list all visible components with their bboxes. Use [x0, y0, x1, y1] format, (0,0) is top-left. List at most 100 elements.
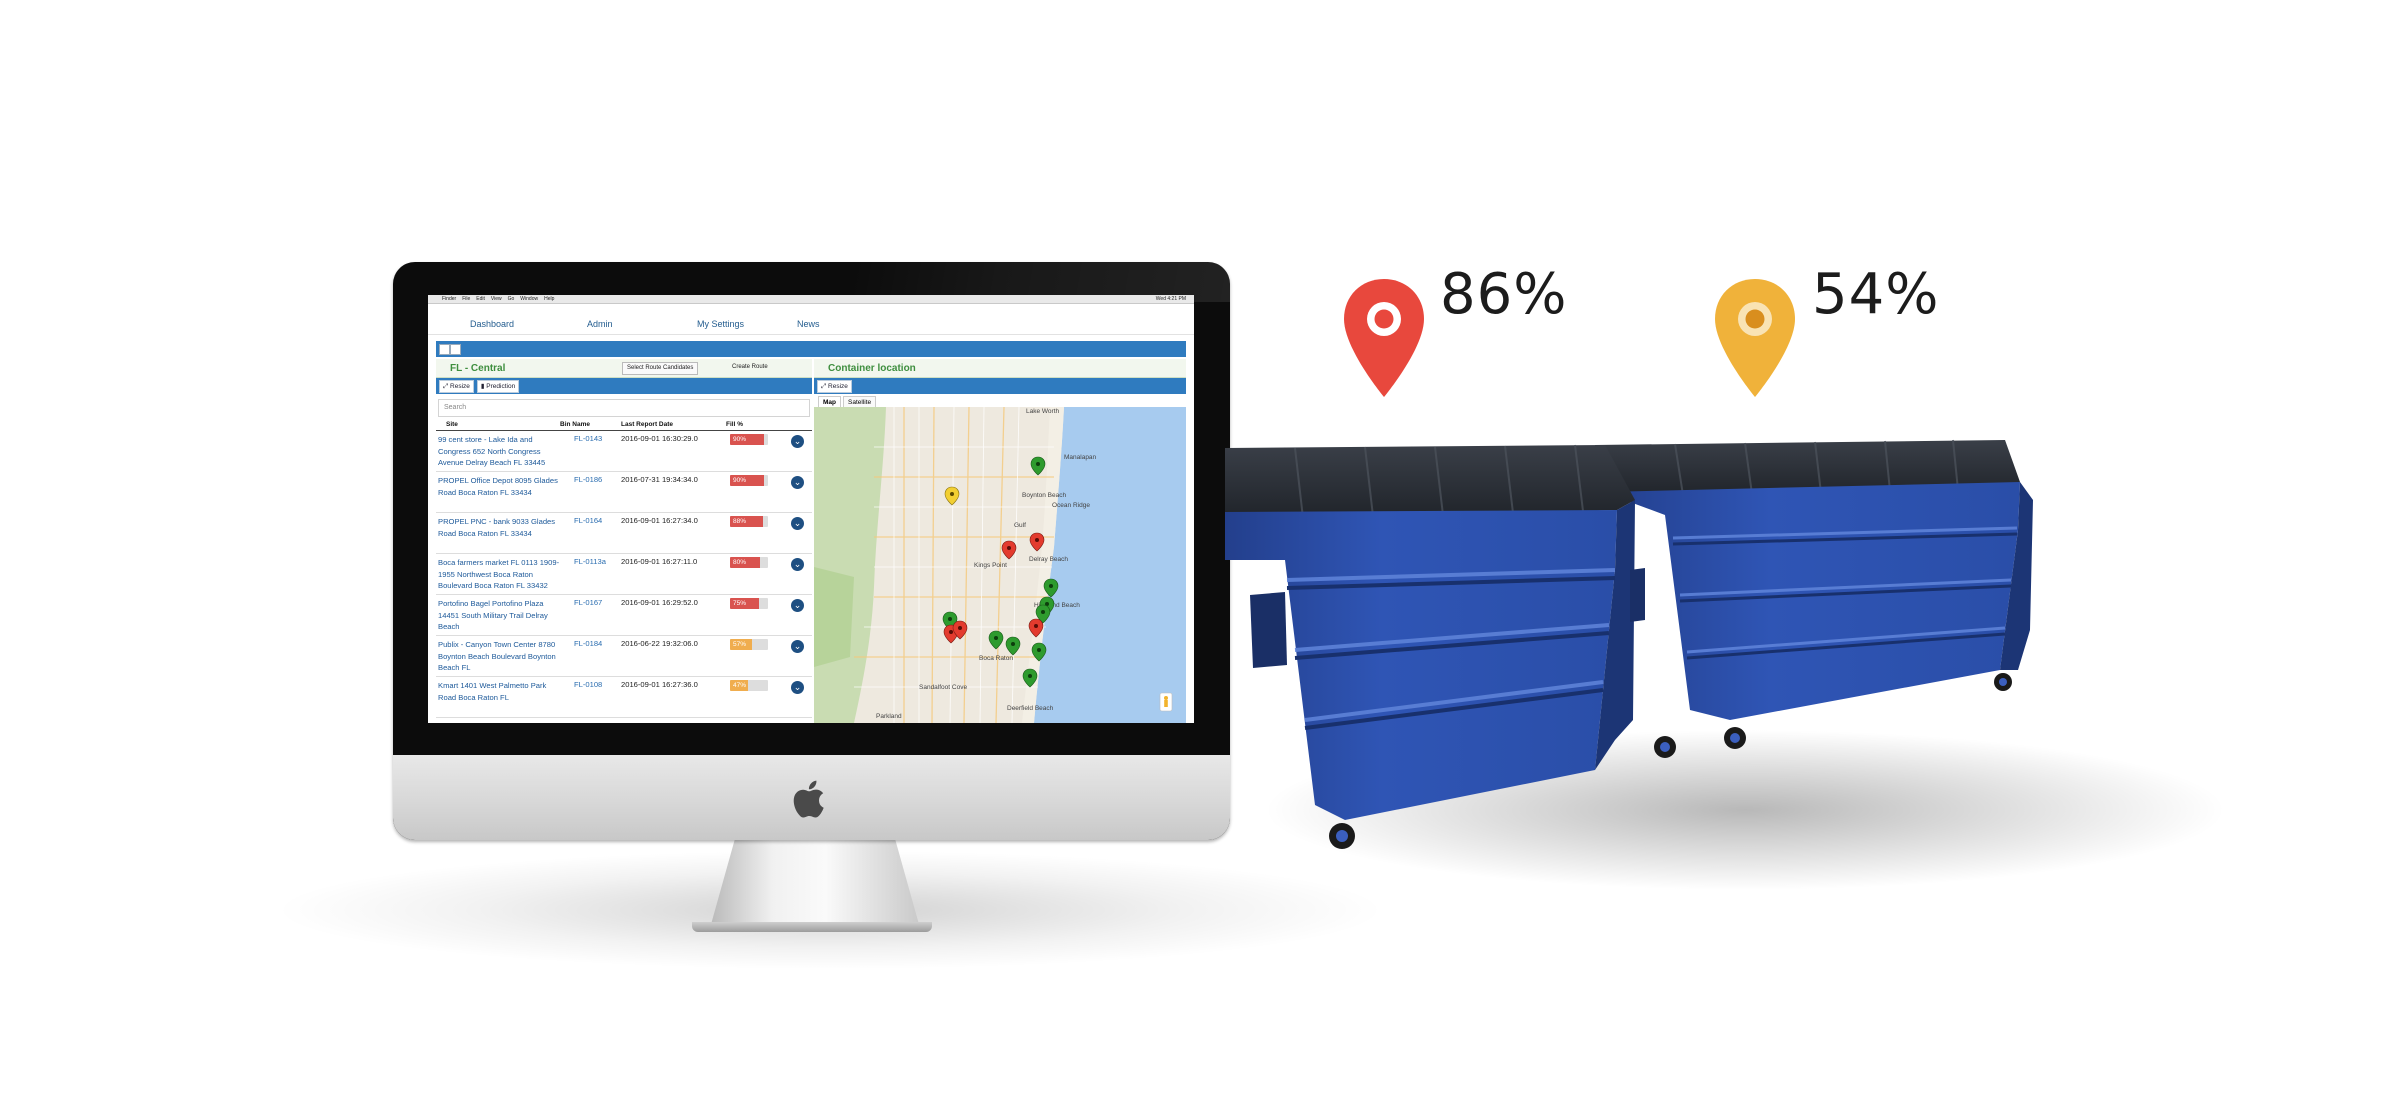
last-report-date: 2016-07-31 19:34:34.0	[621, 475, 698, 484]
bin-name-link[interactable]: FL-0143	[574, 434, 602, 443]
map-label: Parkland	[876, 713, 902, 720]
chevron-down-icon[interactable]: ⌄	[791, 517, 804, 530]
nav-dashboard[interactable]: Dashboard	[466, 319, 514, 329]
table-row[interactable]: PROPEL Office Depot 8095 Glades Road Boc…	[436, 472, 812, 513]
bin-name-link[interactable]: FL-0113a	[574, 557, 606, 566]
fill-progress: 90%	[730, 434, 768, 445]
chevron-down-icon[interactable]: ⌄	[791, 476, 804, 489]
map[interactable]: Lake Worth Manalapan Boynton Beach Ocean…	[814, 407, 1186, 723]
map-label: Lake Worth	[1026, 408, 1060, 415]
site-link[interactable]: PROPEL Office Depot 8095 Glades Road Boc…	[438, 475, 563, 498]
menubar-item[interactable]: View	[491, 295, 502, 303]
table-row[interactable]: 99 cent store - Lake Ida and Congress 65…	[436, 431, 812, 472]
table-row[interactable]: Portofino Bagel Portofino Plaza 14451 So…	[436, 595, 812, 636]
imac-foot	[692, 922, 932, 932]
street-view-pegman-icon[interactable]	[1159, 692, 1173, 712]
sites-panel: FL - Central Select Route Candidates Cre…	[436, 359, 812, 723]
nav-label: Admin	[587, 319, 613, 329]
fill-progress: 47%	[730, 680, 768, 691]
map-label: Manalapan	[1064, 454, 1097, 461]
map-pin-icon	[1713, 277, 1797, 406]
map-toolbar: ⤢ Resize	[814, 378, 1186, 394]
site-link[interactable]: Boca farmers market FL 0113 1909-1955 No…	[438, 557, 563, 592]
col-fill[interactable]: Fill %	[726, 421, 743, 428]
bin-name-link[interactable]: FL-0167	[574, 598, 602, 607]
back-button[interactable]	[439, 344, 450, 355]
col-bin-name[interactable]: Bin Name	[560, 421, 590, 428]
menubar-item[interactable]: Window	[520, 295, 538, 303]
columns-icon[interactable]	[791, 362, 799, 373]
chevron-down-icon[interactable]: ⌄	[791, 599, 804, 612]
table-row[interactable]: PROPEL PNC - bank 9033 Glades Road Boca …	[436, 513, 812, 554]
bin-name-link[interactable]: FL-0186	[574, 475, 602, 484]
site-link[interactable]: PROPEL PNC - bank 9033 Glades Road Boca …	[438, 516, 563, 539]
bin-name-link[interactable]: FL-0184	[574, 639, 602, 648]
map-canvas[interactable]: Lake Worth Manalapan Boynton Beach Ocean…	[814, 407, 1186, 723]
map-label: Gulf	[1014, 522, 1026, 529]
map-label: Boynton Beach	[1022, 492, 1066, 499]
menubar-item[interactable]: Go	[508, 295, 515, 303]
table-row[interactable]: Kmart 1401 West Palmetto Park Road Boca …	[436, 677, 812, 718]
fill-progress-bar: 47%	[730, 680, 748, 691]
map-type-tabs: Map Satellite	[814, 394, 1186, 408]
map-panel: Container location ⤢ Resize Map Satellit…	[814, 359, 1186, 723]
imac-monitor: Finder File Edit View Go Window Help Wed…	[393, 262, 1230, 840]
search-input[interactable]: Search	[438, 399, 810, 417]
select-route-candidates-button[interactable]: Select Route Candidates	[622, 362, 699, 375]
col-last-report[interactable]: Last Report Date	[621, 421, 673, 428]
last-report-date: 2016-09-01 16:27:36.0	[621, 680, 698, 689]
fill-progress-bar: 80%	[730, 557, 761, 568]
menubar-item[interactable]: Edit	[476, 295, 485, 303]
last-report-date: 2016-09-01 16:29:52.0	[621, 598, 698, 607]
sites-table-body: 99 cent store - Lake Ida and Congress 65…	[436, 431, 812, 718]
site-link[interactable]: Kmart 1401 West Palmetto Park Road Boca …	[438, 680, 563, 703]
create-route-button[interactable]: Create Route	[728, 362, 772, 373]
imac-chin	[393, 755, 1230, 840]
resize-label: Resize	[450, 382, 470, 390]
top-toolbar	[436, 341, 1186, 357]
col-site[interactable]: Site	[446, 421, 458, 428]
map-label: Sandalfoot Cove	[919, 684, 967, 691]
nav-news[interactable]: News	[793, 319, 820, 329]
table-header: Site Bin Name Last Report Date Fill %	[436, 421, 812, 431]
fill-percent-yellow: 54%	[1812, 262, 1940, 327]
map-label: Deerfield Beach	[1007, 705, 1054, 712]
table-row[interactable]: Boca farmers market FL 0113 1909-1955 No…	[436, 554, 812, 595]
chevron-down-icon[interactable]: ⌄	[791, 681, 804, 694]
resize-label: Resize	[828, 382, 848, 390]
nav-label: News	[797, 319, 820, 329]
site-link[interactable]: Publix - Canyon Town Center 8780 Boynton…	[438, 639, 563, 674]
nav-my-settings[interactable]: My Settings	[693, 319, 744, 329]
menubar-item[interactable]: Finder	[442, 295, 456, 303]
last-report-date: 2016-09-01 16:27:11.0	[621, 557, 698, 566]
last-report-date: 2016-09-01 16:27:34.0	[621, 516, 698, 525]
last-report-date: 2016-06-22 19:32:06.0	[621, 639, 698, 648]
chevron-down-icon[interactable]: ⌄	[791, 558, 804, 571]
sites-toolbar: ⤢ Resize ▮ Prediction	[436, 378, 812, 394]
menubar-item[interactable]: Help	[544, 295, 554, 303]
sites-panel-header: FL - Central Select Route Candidates Cre…	[436, 359, 812, 378]
panel-title: FL - Central	[450, 362, 506, 374]
home-button[interactable]	[450, 344, 461, 355]
bin-name-link[interactable]: FL-0108	[574, 680, 602, 689]
fill-progress-bar: 90%	[730, 475, 765, 486]
chevron-down-icon[interactable]: ⌄	[791, 435, 804, 448]
dumpster-right	[1595, 439, 2033, 749]
table-row[interactable]: Publix - Canyon Town Center 8780 Boynton…	[436, 636, 812, 677]
app-navbar: Dashboard Admin My Settings News	[428, 304, 1194, 335]
apple-logo-icon	[793, 780, 824, 818]
prediction-button[interactable]: ▮ Prediction	[476, 379, 520, 393]
site-link[interactable]: 99 cent store - Lake Ida and Congress 65…	[438, 434, 563, 469]
bin-name-link[interactable]: FL-0164	[574, 516, 602, 525]
fill-progress-bar: 57%	[730, 639, 752, 650]
resize-button[interactable]: ⤢ Resize	[439, 379, 474, 393]
map-resize-button[interactable]: ⤢ Resize	[817, 379, 852, 393]
nav-admin[interactable]: Admin	[583, 319, 613, 329]
screen: Finder File Edit View Go Window Help Wed…	[428, 295, 1194, 723]
prediction-label: Prediction	[486, 382, 516, 390]
map-label: Ocean Ridge	[1052, 502, 1090, 509]
site-link[interactable]: Portofino Bagel Portofino Plaza 14451 So…	[438, 598, 563, 633]
nav-label: My Settings	[697, 319, 745, 329]
menubar-item[interactable]: File	[462, 295, 470, 303]
chevron-down-icon[interactable]: ⌄	[791, 640, 804, 653]
